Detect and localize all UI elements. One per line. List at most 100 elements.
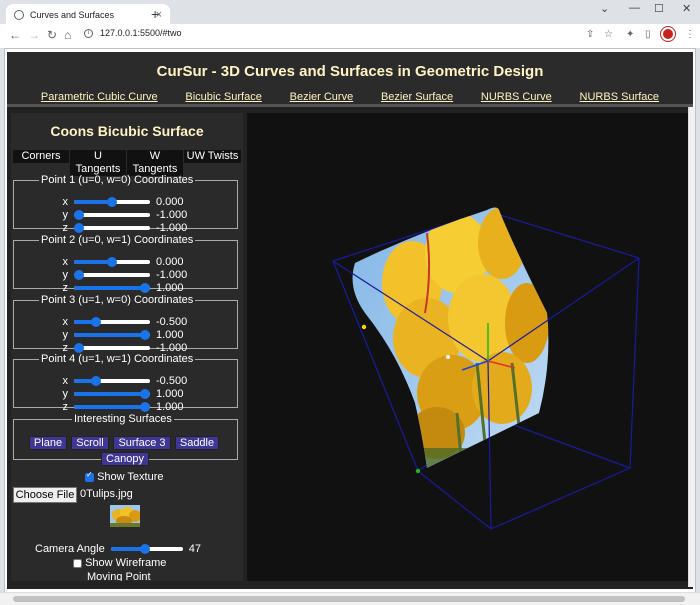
texture-thumbnail [110, 505, 140, 527]
axis-label: x [62, 256, 69, 268]
axis-label: z [62, 401, 69, 413]
point-2-x-value: 0.000 [156, 256, 184, 268]
saddle-button[interactable]: Saddle [175, 436, 219, 450]
scrollbar-thumb[interactable] [13, 596, 685, 602]
point-2-x-row: x 0.000 [14, 256, 239, 268]
axis-label: x [62, 375, 69, 387]
tab-w-tangents[interactable]: W [127, 150, 183, 163]
point-1-z-slider[interactable] [74, 223, 150, 233]
point-4-z-value: 1.000 [156, 401, 184, 413]
minimize-icon[interactable]: — [629, 2, 640, 14]
extensions-icon[interactable]: ✦ [626, 29, 634, 40]
file-name: 0Tulips.jpg [80, 488, 133, 500]
point-2-z-slider[interactable] [74, 283, 150, 293]
point-3-x-value: -0.500 [156, 316, 188, 328]
point-3-group: Point 3 (u=1, w=0) Coordinates x -0.500 y… [13, 294, 239, 354]
point-3-y-slider[interactable] [74, 330, 150, 340]
new-tab-icon[interactable]: + [151, 6, 159, 22]
camera-angle-value: 47 [188, 543, 201, 555]
site-header: CurSur - 3D Curves and Surfaces in Geome… [7, 52, 693, 107]
share-icon[interactable]: ⇪ [586, 29, 594, 40]
maximize-icon[interactable]: ☐ [654, 2, 664, 15]
close-window-icon[interactable]: ✕ [682, 2, 691, 15]
plane-button[interactable]: Plane [29, 436, 67, 450]
tab-search-icon[interactable]: ⌄ [600, 2, 609, 15]
surface-render[interactable] [247, 113, 693, 581]
point-1-y-slider[interactable] [74, 210, 150, 220]
point-2-x-slider[interactable] [74, 257, 150, 267]
axis-label: y [62, 209, 69, 221]
control-point-2[interactable] [415, 468, 421, 474]
browser-tab-strip: Curves and Surfaces × + ⌄ — ☐ ✕ [0, 0, 700, 25]
point-3-x-row: x -0.500 [14, 316, 239, 328]
point-2-y-slider[interactable] [74, 270, 150, 280]
3d-canvas[interactable] [247, 113, 693, 581]
show-texture-checkbox[interactable] [85, 470, 94, 482]
reload-icon[interactable]: ↻ [47, 28, 57, 42]
point-3-z-slider[interactable] [74, 343, 150, 353]
top-nav: Parametric Cubic Curve Bicubic Surface B… [7, 91, 693, 103]
tab-uw-twists[interactable]: UW Twists [184, 150, 241, 163]
show-wireframe-label: Show Wireframe [85, 557, 167, 569]
point-4-y-slider[interactable] [74, 389, 150, 399]
tab-u-tangents[interactable]: U [70, 150, 126, 163]
interesting-surfaces-group: Interesting Surfaces Plane Scroll Surfac… [13, 413, 238, 466]
camera-angle-slider[interactable] [110, 544, 183, 554]
nav-link-nurbs-curve[interactable]: NURBS Curve [481, 91, 552, 103]
sidebar-icon[interactable]: ▯ [645, 29, 651, 40]
point-4-z-row: z 1.000 [14, 401, 239, 413]
point-3-legend: Point 3 (u=1, w=0) Coordinates [41, 294, 194, 306]
point-4-x-value: -0.500 [156, 375, 188, 387]
point-1-group: Point 1 (u=0, w=0) Coordinates x 0.000 y -… [13, 174, 239, 234]
axis-label: x [62, 316, 69, 328]
info-icon[interactable]: i [84, 28, 93, 38]
show-texture-label: Show Texture [97, 471, 164, 483]
globe-icon [14, 9, 24, 20]
point-1-x-slider[interactable] [74, 197, 150, 207]
point-2-group: Point 2 (u=0, w=1) Coordinates x 0.000 y -… [13, 234, 239, 294]
star-icon[interactable]: ☆ [604, 29, 613, 40]
menu-icon[interactable]: ⋮ [685, 29, 695, 40]
nav-link-nurbs-surface[interactable]: NURBS Surface [580, 91, 659, 103]
point-3-x-slider[interactable] [74, 317, 150, 327]
show-texture-row: Show Texture [85, 470, 164, 483]
choose-file-button[interactable]: Choose File [13, 487, 77, 503]
scroll-button[interactable]: Scroll [71, 436, 109, 450]
horizontal-scrollbar[interactable] [0, 592, 700, 605]
nav-link-bezier-curve[interactable]: Bezier Curve [290, 91, 354, 103]
tab-title: Curves and Surfaces [30, 9, 115, 20]
vertical-scrollbar[interactable] [688, 107, 695, 587]
page-title: CurSur - 3D Curves and Surfaces in Geome… [156, 63, 544, 80]
canopy-button[interactable]: Canopy [101, 452, 149, 466]
forward-icon[interactable]: → [28, 28, 40, 42]
nav-link-bezier-surface[interactable]: Bezier Surface [381, 91, 453, 103]
point-4-legend: Point 4 (u=1, w=1) Coordinates [41, 353, 194, 365]
control-panel: Coons Bicubic Surface Corners U Tangents… [11, 113, 243, 581]
home-icon[interactable]: ⌂ [64, 28, 71, 42]
control-point-1[interactable] [361, 324, 367, 330]
point-4-x-slider[interactable] [74, 376, 150, 386]
panel-tabs: Corners U Tangents W Tangents UW Twists [13, 150, 241, 176]
point-3-y-row: y 1.000 [14, 329, 239, 341]
nav-link-bicubic-surface[interactable]: Bicubic Surface [185, 91, 261, 103]
point-2-y-value: -1.000 [156, 269, 188, 281]
point-1-y-row: y -1.000 [14, 209, 239, 221]
profile-avatar[interactable] [661, 27, 675, 41]
point-2-y-row: y -1.000 [14, 269, 239, 281]
browser-tab[interactable]: Curves and Surfaces × [6, 4, 170, 25]
point-4-x-row: x -0.500 [14, 375, 239, 387]
point-4-z-slider[interactable] [74, 402, 150, 412]
axis-label: z [62, 222, 69, 234]
axis-label: x [62, 196, 69, 208]
point-3-y-value: 1.000 [156, 329, 184, 341]
show-wireframe-checkbox[interactable] [73, 558, 82, 568]
tab-corners[interactable]: Corners [13, 150, 69, 163]
point-1-y-value: -1.000 [156, 209, 188, 221]
url-text[interactable]: 127.0.0.1:5500/#two [100, 28, 182, 38]
back-icon[interactable]: ← [9, 28, 21, 42]
address-bar[interactable]: i 127.0.0.1:5500/#two [84, 28, 182, 38]
nav-link-parametric-cubic-curve[interactable]: Parametric Cubic Curve [41, 91, 158, 103]
moving-point-label: Moving Point [87, 571, 151, 581]
surface-3-button[interactable]: Surface 3 [113, 436, 171, 450]
point-2-z-value: 1.000 [156, 282, 184, 294]
